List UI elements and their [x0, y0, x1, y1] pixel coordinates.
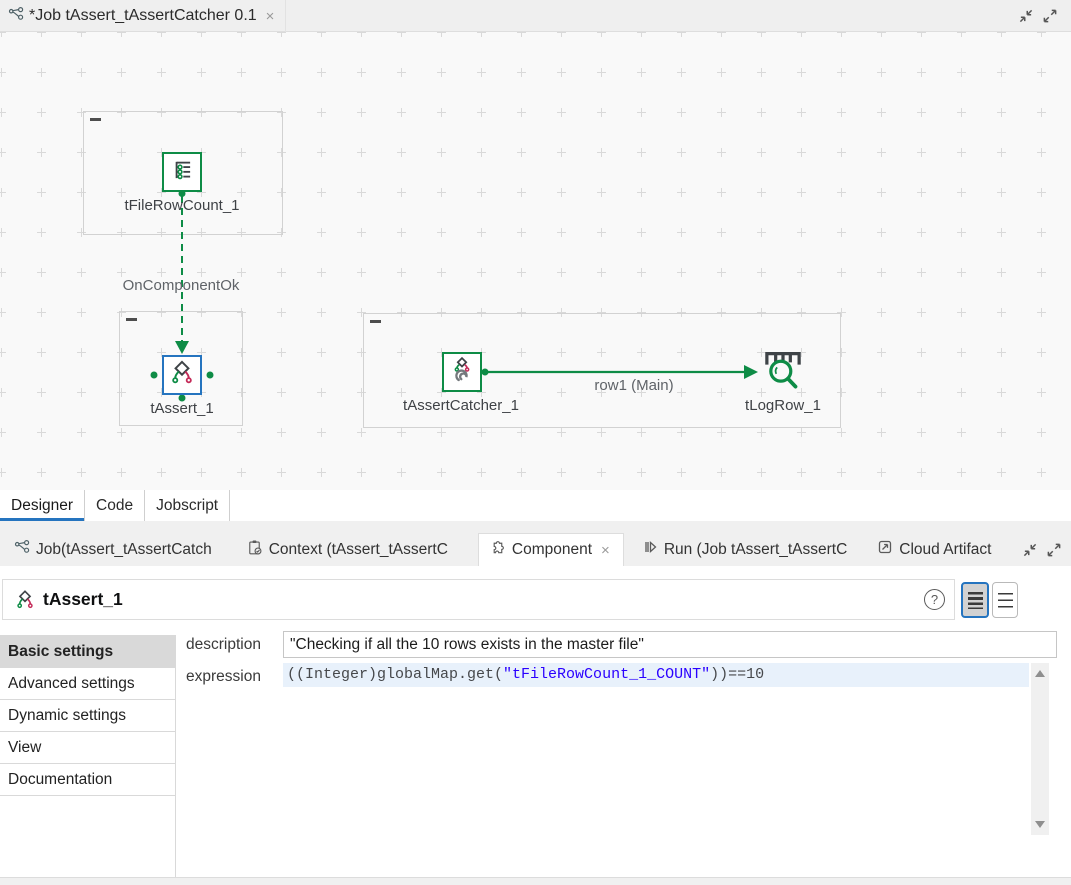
- component-tassert[interactable]: [162, 355, 202, 395]
- component-label[interactable]: tAssert_1: [150, 400, 213, 417]
- tab-label: Code: [96, 496, 134, 514]
- cloud-artifact-icon: [877, 539, 893, 560]
- tab-label: Component: [511, 541, 593, 558]
- file-row-count-icon: [169, 157, 195, 188]
- component-tfilerowcount[interactable]: [162, 152, 202, 192]
- panel-maximize-icon[interactable]: [1044, 540, 1064, 560]
- sidebar-item-basic-settings[interactable]: Basic settings: [0, 636, 175, 668]
- editor-tab-title: *Job tAssert_tAssertCatcher 0.1: [29, 7, 257, 24]
- expression-string-literal: "tFileRowCount_1_COUNT": [503, 666, 711, 683]
- component-tassertcatcher[interactable]: [442, 352, 482, 392]
- editor-mode-tabs: Designer Code Jobscript: [0, 490, 1071, 521]
- connections-layer: [150, 190, 758, 402]
- vertical-layout-toggle[interactable]: [961, 582, 989, 618]
- expression-editor[interactable]: ((Integer)globalMap.get("tFileRowCount_1…: [283, 663, 1029, 843]
- horizontal-layout-toggle[interactable]: [992, 582, 1018, 618]
- component-title: tAssert_1: [43, 589, 123, 609]
- connection-label-row1[interactable]: row1 (Main): [594, 377, 673, 394]
- panel-minimize-icon[interactable]: [1020, 540, 1040, 560]
- oncomponentok-arrowhead-icon: [175, 341, 189, 354]
- sidebar-item-view[interactable]: View: [0, 732, 175, 764]
- help-icon[interactable]: ?: [924, 589, 945, 610]
- settings-sidebar: Basic settings Advanced settings Dynamic…: [0, 635, 176, 878]
- tab-label: Run (Job tAssert_tAssertC: [663, 540, 848, 558]
- scroll-up-icon[interactable]: [1035, 670, 1045, 677]
- component-label[interactable]: tFileRowCount_1: [124, 197, 239, 214]
- sidebar-item-dynamic-settings[interactable]: Dynamic settings: [0, 700, 175, 732]
- assert-icon: [168, 359, 196, 392]
- tab-label: Jobscript: [156, 496, 219, 514]
- tab-code[interactable]: Code: [85, 490, 146, 521]
- component-header: tAssert_1 ?: [2, 579, 955, 620]
- expression-code-suffix: ))==10: [710, 666, 765, 683]
- connector-dot-icon: [150, 371, 158, 379]
- component-label[interactable]: tLogRow_1: [745, 397, 821, 414]
- run-icon: [642, 539, 658, 560]
- component-icon: [489, 539, 506, 561]
- tab-label: Job(tAssert_tAssertCatch: [36, 540, 212, 558]
- component-settings-panel: tAssert_1 ? Basic settings Advanced sett…: [0, 566, 1071, 878]
- description-input[interactable]: [283, 631, 1057, 658]
- tab-job-view[interactable]: Job(tAssert_tAssertCatch: [4, 533, 222, 566]
- job-icon: [8, 6, 24, 27]
- connector-dot-icon: [206, 371, 214, 379]
- expression-label: expression: [186, 668, 261, 685]
- connector-dot-icon: [481, 368, 489, 376]
- expression-scrollbar[interactable]: [1031, 663, 1049, 835]
- tab-jobscript[interactable]: Jobscript: [145, 490, 231, 521]
- dense-lines-icon: [967, 591, 983, 609]
- tab-context-view[interactable]: Context (tAssert_tAssertC: [236, 533, 458, 566]
- editor-tab-close-icon[interactable]: ×: [263, 9, 278, 24]
- row1-arrowhead-icon: [744, 365, 758, 379]
- editor-tab-job[interactable]: *Job tAssert_tAssertCatcher 0.1 ×: [0, 0, 287, 32]
- tab-designer[interactable]: Designer: [0, 490, 86, 521]
- expression-code[interactable]: ((Integer)globalMap.get("tFileRowCount_1…: [287, 663, 764, 687]
- maximize-icon[interactable]: [1040, 6, 1060, 26]
- component-label[interactable]: tAssertCatcher_1: [403, 397, 519, 414]
- editor-tab-bar: *Job tAssert_tAssertCatcher 0.1 ×: [0, 0, 1071, 32]
- log-row-icon: [761, 347, 805, 396]
- tab-run-view[interactable]: Run (Job tAssert_tAssertC: [632, 533, 857, 566]
- sidebar-item-documentation[interactable]: Documentation: [0, 764, 175, 796]
- talend-studio-window: *Job tAssert_tAssertCatcher 0.1 × tFileR…: [0, 0, 1071, 885]
- connection-label-oncomponentok[interactable]: OnComponentOk: [123, 277, 240, 294]
- bottom-view-tabs: Job(tAssert_tAssertCatch Context (tAsser…: [0, 533, 1071, 566]
- tab-cloud-artifact[interactable]: Cloud Artifact: [867, 533, 1001, 566]
- tab-label: Context (tAssert_tAssertC: [268, 540, 448, 558]
- component-tlogrow[interactable]: [760, 348, 806, 394]
- tab-close-icon[interactable]: ×: [598, 543, 613, 558]
- sparse-lines-icon: [997, 592, 1013, 608]
- tab-label: Designer: [11, 496, 74, 514]
- context-icon: [246, 539, 263, 561]
- assert-catcher-icon: [448, 356, 476, 389]
- sidebar-item-advanced-settings[interactable]: Advanced settings: [0, 668, 175, 700]
- job-icon: [14, 539, 30, 560]
- minimize-icon[interactable]: [1016, 6, 1036, 26]
- tab-label: Cloud Artifact: [899, 540, 992, 558]
- expression-code-prefix: ((Integer)globalMap.get(: [287, 666, 504, 683]
- tab-component-view[interactable]: Component ×: [477, 533, 624, 566]
- window-bottom-strip: [0, 877, 1071, 885]
- assert-icon: [14, 589, 36, 611]
- description-label: description: [186, 636, 261, 653]
- scroll-down-icon[interactable]: [1035, 821, 1045, 828]
- job-design-canvas[interactable]: tFileRowCount_1 OnComponentOk tAssert_1: [0, 32, 1071, 490]
